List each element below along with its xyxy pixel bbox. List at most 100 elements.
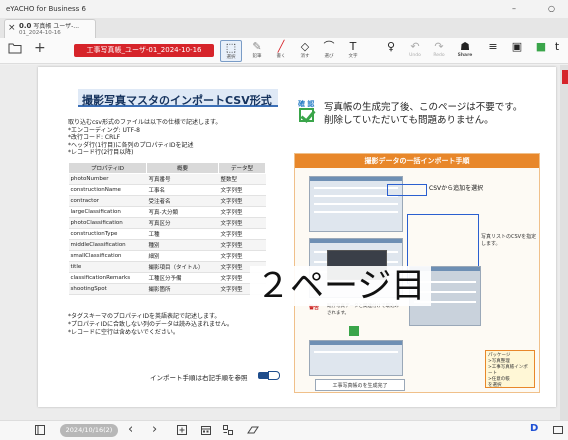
tab-title: 0.0 写真帳 ユーザ-... <box>19 21 79 30</box>
tab-subtitle: 01_2024-10-16 <box>19 30 61 36</box>
table-row: largeClassification 写真-大分類 文字列型 <box>68 206 266 218</box>
intro-line: *レコード行(2行目以降) <box>68 149 134 156</box>
redo-label: Redo <box>433 53 445 58</box>
workspace: 撮影写真マスタのインポートCSV形式 取り込むcsv形式のファイルは以下の仕様で… <box>0 65 568 420</box>
import-panel-header: 撮影データの一括インポート手順 <box>295 154 539 168</box>
property-summary: 工事名 <box>146 184 219 196</box>
confirm-badge: 確 認 <box>298 99 316 125</box>
more-button[interactable]: t <box>548 40 566 62</box>
confirm-line: 写真帳の生成完了後、このページは不要です。 <box>324 102 523 113</box>
table-header-row: プロパティID 概要 データ型 <box>68 162 266 174</box>
pen-icon: ✎ <box>252 40 262 53</box>
vertical-scrollbar[interactable] <box>560 65 568 420</box>
panel-button[interactable]: ▣ <box>506 40 528 62</box>
property-id: title <box>68 261 147 273</box>
tab-title-text: 写真帳 ユーザ-... <box>33 23 80 30</box>
intro-line: 取り込むcsv形式のファイルは以下の仕様で記述します。 <box>68 119 222 126</box>
property-table: プロパティID 概要 データ型 photoNumber 写真番号 整数型 const… <box>68 162 266 295</box>
maximize-button[interactable]: ○ <box>548 0 555 18</box>
more-icon: t <box>554 40 560 53</box>
thumbnail-bar <box>310 341 402 345</box>
pen-tool-button[interactable]: ✎ 鉛筆 <box>246 40 268 62</box>
mic-button[interactable]: ♀ <box>380 40 402 62</box>
pointing-hand-icon <box>268 371 280 380</box>
table-row: contractor 受注者名 文字列型 <box>68 195 266 207</box>
photo-list-callout: 写真リストのCSVを指定します。 <box>481 234 537 247</box>
property-id: contractor <box>68 195 147 207</box>
property-summary: 写真区分 <box>146 217 219 229</box>
highlight-frame <box>387 184 427 196</box>
pointing-hand-icon <box>258 371 280 380</box>
text-tool-button[interactable]: T 文字 <box>342 40 364 62</box>
property-summary: 写真-大分類 <box>146 206 219 218</box>
note-line: *タグスキーマのプロパティIDを英語表記で記述します。 <box>68 313 221 320</box>
select-tool-button[interactable]: ⬚ 選択 <box>220 40 242 62</box>
d-button[interactable]: D <box>530 423 538 434</box>
property-type: 文字列型 <box>218 217 266 229</box>
property-id: shootingSpot <box>68 283 147 295</box>
column-header: プロパティID <box>68 162 147 174</box>
note-line: *レコードに空行は含めないでください。 <box>68 329 179 336</box>
next-page-button[interactable]: › <box>152 422 157 437</box>
note-line: *プロパティIDに合致しない列のデータは読み込まれません。 <box>68 321 233 328</box>
table-row: title 撮影項目（タイトル） 文字列型 <box>68 261 266 273</box>
page-selector[interactable]: 2024/10/16(2) <box>60 424 118 437</box>
marker-tool-button[interactable]: ╱ 書く <box>270 40 292 62</box>
document-tab[interactable]: × 0.0 写真帳 ユーザ-... 01_2024-10-16 <box>4 19 96 38</box>
microphone-icon: ♀ <box>386 40 396 53</box>
pen-tool-label: 鉛筆 <box>252 54 262 59</box>
property-id: constructionName <box>68 184 147 196</box>
text-tool-label: 文字 <box>348 54 358 59</box>
share-label: Share <box>457 53 473 58</box>
property-type: 文字列型 <box>218 195 266 207</box>
add-page-icon[interactable]: + <box>34 40 46 56</box>
thumbnail-row <box>314 203 398 205</box>
intro-line: *改行コード: CRLF <box>68 134 121 141</box>
notebook-page[interactable]: 撮影写真マスタのインポートCSV形式 取り込むcsv形式のファイルは以下の仕様で… <box>38 67 556 407</box>
property-summary: 工種区分予備 <box>146 272 219 284</box>
notebook-icon[interactable] <box>34 424 46 439</box>
thumbnail-bar <box>310 177 402 181</box>
property-type: 文字列型 <box>218 228 266 240</box>
thumbnail-row <box>314 195 398 197</box>
undo-icon: ↶ <box>410 40 420 53</box>
window-icon[interactable] <box>552 424 564 439</box>
folder-icon[interactable] <box>8 42 22 57</box>
eraser-tool-button[interactable]: ◇ 消す <box>294 40 316 62</box>
document-name-pill[interactable]: 工事写真帳_ユーザ-01_2024-10-16 <box>74 44 214 57</box>
redo-button[interactable]: ↷ Redo <box>428 40 450 62</box>
property-id: photoClassification <box>68 217 147 229</box>
minimize-button[interactable]: – <box>512 0 516 18</box>
property-summary: 工種 <box>146 228 219 240</box>
confirm-line: 削除していただいても問題ありません。 <box>324 115 494 126</box>
calendar-icon[interactable] <box>200 424 212 439</box>
eraser-tool-label: 消す <box>300 54 310 59</box>
page-title: 撮影写真マスタのインポートCSV形式 <box>82 94 272 107</box>
property-summary: 種別 <box>146 239 219 251</box>
text-icon: T <box>349 40 357 53</box>
add-page-icon[interactable] <box>176 424 188 439</box>
thumbnail-bar <box>310 239 402 243</box>
undo-button[interactable]: ↶ Undo <box>404 40 426 62</box>
marker-tool-label: 書く <box>276 54 286 59</box>
lasso-tool-button[interactable]: ⌒ 選び <box>318 40 340 62</box>
close-tab-icon[interactable]: × <box>8 23 16 33</box>
property-id: largeClassification <box>68 206 147 218</box>
eraser-icon: ◇ <box>300 40 310 53</box>
eraser-icon[interactable] <box>246 424 260 439</box>
menu-icon: ≡ <box>488 40 498 53</box>
intro-line: *エンコーディング: UTF-8 <box>68 126 140 134</box>
menu-button[interactable]: ≡ <box>482 40 504 62</box>
down-arrow-icon <box>349 326 359 336</box>
table-row: smallClassification 細別 文字列型 <box>68 250 266 262</box>
previous-page-button[interactable]: ‹ <box>128 422 133 437</box>
property-summary: 撮影項目（タイトル） <box>146 261 219 273</box>
app-title: eYACHO for Business 6 <box>6 5 86 13</box>
layout-icon[interactable] <box>222 424 234 439</box>
property-id: classificationRemarks <box>68 272 147 284</box>
lasso-tool-label: 選び <box>324 54 334 59</box>
undo-label: Undo <box>409 53 421 58</box>
share-button[interactable]: ☗ Share <box>454 40 476 62</box>
bottom-navigation-bar: 2024/10/16(2) ‹ › D <box>0 420 568 440</box>
csv-spec-intro: 取り込むcsv形式のファイルは以下の仕様で記述します。 *エンコーディング: U… <box>68 119 221 157</box>
